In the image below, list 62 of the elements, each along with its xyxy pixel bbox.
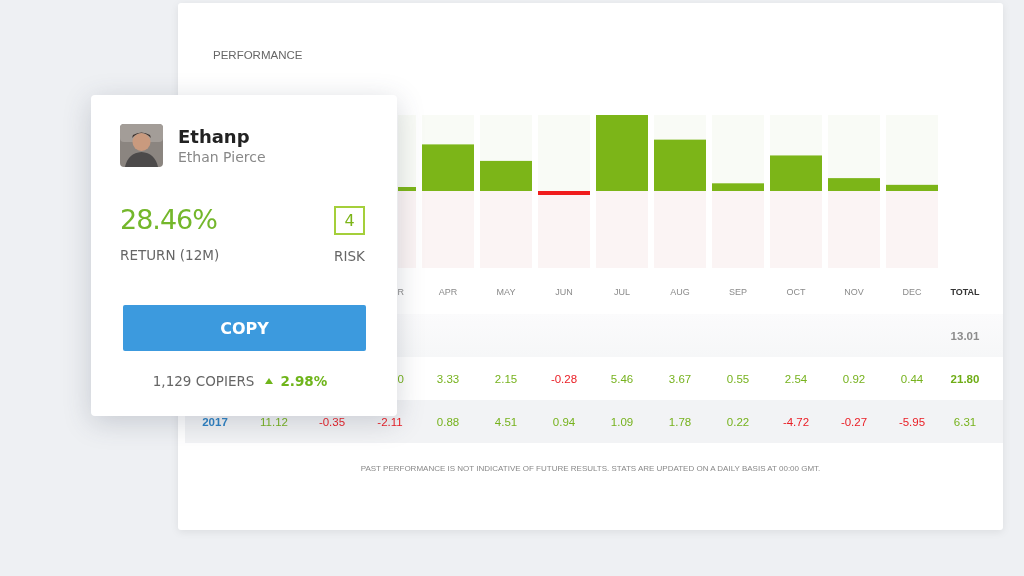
disclaimer-text: PAST PERFORMANCE IS NOT INDICATIVE OF FUTURE RESULTS. STATS ARE UPDATED ON A DAILY BASIS AT 00:00 GMT. [360,463,821,475]
column-header: JUL [614,287,630,297]
table-cell: -5.95 [898,415,926,428]
table-cell: 13.01 [950,329,980,342]
column-header: SEP [729,287,747,297]
table-cell: 2017 [202,415,228,428]
table-cell: 1.09 [610,415,634,428]
return-label: RETURN (12M) [120,247,220,263]
table-cell: -0.27 [840,415,868,428]
section-title: PERFORMANCE [213,48,303,62]
table-cell: -2.11 [377,415,403,428]
column-header: NOV [844,287,864,297]
risk-label: RISK [334,248,365,264]
bar [398,187,416,191]
table-cell: 21.80 [950,372,980,385]
chart-track [480,115,532,161]
table-cell: 5.46 [610,372,634,385]
table-cell: 1.78 [668,415,692,428]
table-cell: 0.94 [552,415,576,428]
table-cell: 2.54 [784,372,808,385]
table-cell: 4.51 [494,415,518,428]
table-cell: -0.28 [550,372,578,385]
column-header: TOTAL [950,287,980,297]
table-cell: -4.72 [782,415,810,428]
bar [712,183,764,191]
copiers-count: 1,129 COPIERS [152,373,255,389]
full-name: Ethan Pierce [178,147,266,166]
risk-score: 4 [334,206,365,235]
chart-track [654,115,706,140]
bar [480,160,532,191]
chart-track [770,115,822,156]
bar [654,139,706,191]
table-cell: 0.22 [726,415,750,428]
bar [422,144,474,191]
up-triangle-icon [265,378,274,384]
column-header: JUN [555,287,573,297]
column-header: APR [438,287,458,297]
table-cell: 0 [397,372,404,385]
table-cell: 0.44 [900,372,924,385]
bar [886,184,938,191]
return-value: 28.46% [120,204,217,236]
table-cell: 0.88 [436,415,460,428]
column-header: AUG [670,287,690,297]
column-header: MAY [496,287,516,297]
table-cell: 0.92 [842,372,866,385]
table-cell: 6.31 [953,415,977,428]
table-cell: 11.12 [260,415,288,428]
table-cell: -0.35 [318,415,346,428]
chart-track [422,115,474,145]
bar [828,178,880,191]
column-header: R [397,287,404,297]
table-cell: 0.55 [726,372,750,385]
table-cell: 3.67 [668,372,692,385]
copy-button[interactable]: COPY [123,305,366,351]
username: Ethanp [178,125,250,148]
copiers-change: 2.98% [280,373,328,389]
column-header: DEC [902,287,922,297]
column-header: OCT [786,287,806,297]
bar [770,155,822,191]
table-cell: 2.15 [494,372,518,385]
table-cell: 3.33 [436,372,460,385]
bar [538,191,590,195]
